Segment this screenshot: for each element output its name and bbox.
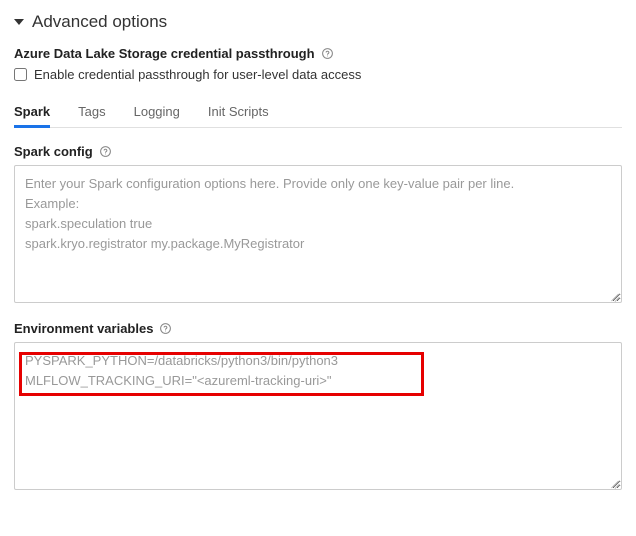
spark-config-label-text: Spark config xyxy=(14,144,93,159)
spark-config-field: Spark config Enter your Spark configurat… xyxy=(14,144,622,303)
env-vars-value: PYSPARK_PYTHON=/databricks/python3/bin/p… xyxy=(25,353,338,388)
resize-handle-icon[interactable] xyxy=(609,478,619,488)
passthrough-checkbox-row: Enable credential passthrough for user-l… xyxy=(14,67,622,82)
env-vars-textarea[interactable]: PYSPARK_PYTHON=/databricks/python3/bin/p… xyxy=(14,342,622,490)
tab-spark[interactable]: Spark xyxy=(14,98,50,127)
spark-config-placeholder: Enter your Spark configuration options h… xyxy=(25,176,514,251)
passthrough-label-text: Azure Data Lake Storage credential passt… xyxy=(14,46,315,61)
section-title: Advanced options xyxy=(32,12,167,32)
env-vars-wrapper: PYSPARK_PYTHON=/databricks/python3/bin/p… xyxy=(14,342,622,490)
config-tabs: Spark Tags Logging Init Scripts xyxy=(14,98,622,128)
passthrough-checkbox-label[interactable]: Enable credential passthrough for user-l… xyxy=(34,67,361,82)
resize-handle-icon[interactable] xyxy=(609,291,619,301)
passthrough-label: Azure Data Lake Storage credential passt… xyxy=(14,46,622,61)
spark-config-label: Spark config xyxy=(14,144,622,159)
advanced-options-header[interactable]: Advanced options xyxy=(14,12,622,32)
help-icon[interactable] xyxy=(321,47,334,60)
caret-down-icon xyxy=(14,19,24,25)
help-icon[interactable] xyxy=(159,322,172,335)
env-vars-field: Environment variables PYSPARK_PYTHON=/da… xyxy=(14,321,622,490)
env-vars-label-text: Environment variables xyxy=(14,321,153,336)
tab-init-scripts[interactable]: Init Scripts xyxy=(208,98,269,127)
passthrough-checkbox[interactable] xyxy=(14,68,27,81)
spark-config-textarea[interactable]: Enter your Spark configuration options h… xyxy=(14,165,622,303)
tab-logging[interactable]: Logging xyxy=(134,98,180,127)
help-icon[interactable] xyxy=(99,145,112,158)
env-vars-label: Environment variables xyxy=(14,321,622,336)
tab-tags[interactable]: Tags xyxy=(78,98,105,127)
